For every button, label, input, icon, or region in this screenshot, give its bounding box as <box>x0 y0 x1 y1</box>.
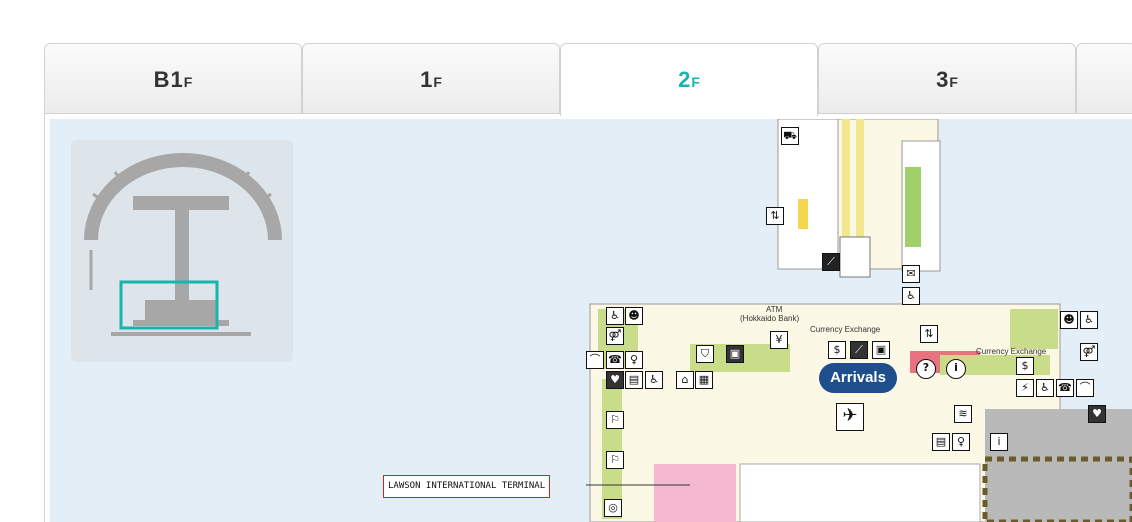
currency-exchange-label-right: Currency Exchange <box>976 347 1047 356</box>
tab-1f-main: 1 <box>420 67 434 92</box>
bank-counter-icon-1[interactable]: ⚐ <box>606 411 624 429</box>
accessible-icon[interactable]: ♿ <box>902 287 920 305</box>
cloakroom-icon[interactable]: ⌂ <box>676 371 694 389</box>
floor-map[interactable]: ⛟ ⇅ ⟋ ✉ ♿ ♿ ☻ ⚤ ⌒ ☎ ♀ ♥ ▤ ♿ ⌂ ▦ ⛉ ▣ ⚐ ⚐ … <box>50 119 1132 522</box>
information-desk-icon[interactable]: i <box>990 433 1008 451</box>
atm-icon[interactable]: ¥ <box>770 331 788 349</box>
question-icon[interactable]: ? <box>916 359 936 379</box>
tab-2f-main: 2 <box>678 67 692 92</box>
tab-2f[interactable]: 2F <box>560 43 818 116</box>
tab-3f-main: 3 <box>936 67 950 92</box>
smoking-area-icon[interactable]: ⌒ <box>586 351 604 369</box>
tab-b1f-main: B1 <box>153 67 184 92</box>
elevator-icon-2[interactable]: ⇅ <box>920 325 938 343</box>
accessible-icon-2[interactable]: ♿ <box>645 371 663 389</box>
information-icon[interactable]: i <box>946 359 966 379</box>
coin-phone-icon[interactable]: ◎ <box>604 499 622 517</box>
escalator-icon[interactable]: ⟋ <box>822 253 840 271</box>
tab-b1f-suffix: F <box>183 74 193 90</box>
restroom-icon-2[interactable]: ⚤ <box>1080 343 1098 361</box>
tourist-info-icon[interactable]: ▣ <box>872 341 890 359</box>
arrivals-badge: Arrivals <box>819 363 897 393</box>
currency-exchange-label-left: Currency Exchange <box>810 325 881 334</box>
bank-counter-icon-2[interactable]: ⚐ <box>606 451 624 469</box>
luggage-icon[interactable]: ▣ <box>726 345 744 363</box>
tab-1f[interactable]: 1F <box>302 43 560 114</box>
accessible-restroom-icon[interactable]: ♿ <box>606 307 624 325</box>
atm-bank-label: (Hokkaido Bank) <box>740 314 800 323</box>
tab-b1f[interactable]: B1F <box>44 43 302 114</box>
locker-icon[interactable]: ▤ <box>625 371 643 389</box>
lounge-icon[interactable]: ▦ <box>695 371 713 389</box>
tab-3f-suffix: F <box>949 74 958 90</box>
lawson-store-area <box>654 464 736 522</box>
restroom-icon[interactable]: ⚤ <box>606 327 624 345</box>
aed-icon[interactable]: ♥ <box>606 371 624 389</box>
accessible-icon-3[interactable]: ♿ <box>1036 379 1054 397</box>
locker-icon-2[interactable]: ▤ <box>932 433 950 451</box>
phone-charge-icon[interactable]: ⚡ <box>1016 379 1034 397</box>
floor-plan-graphic <box>586 119 1132 522</box>
payphone-icon-2[interactable]: ☎ <box>1056 379 1074 397</box>
currency-exchange-icon-2[interactable]: $ <box>1016 357 1034 375</box>
aed-icon-2[interactable]: ♥ <box>1088 405 1106 423</box>
currency-exchange-icon[interactable]: $ <box>828 341 846 359</box>
nursing-room-icon[interactable]: ♀ <box>625 351 643 369</box>
baby-care-icon-2[interactable]: ☻ <box>1060 311 1078 329</box>
floor-tabs: B1F 1F 2F 3F <box>44 43 1132 116</box>
free-wifi-icon[interactable]: ≋ <box>954 405 972 423</box>
escalator-icon-2[interactable]: ⟋ <box>850 341 868 359</box>
elevator-icon[interactable]: ⇅ <box>766 207 784 225</box>
tab-3f[interactable]: 3F <box>818 43 1076 114</box>
lawson-store-label[interactable]: LAWSON INTERNATIONAL TERMINAL <box>383 475 551 498</box>
baby-care-icon[interactable]: ☻ <box>625 307 643 325</box>
smoking-area-icon-2[interactable]: ⌒ <box>1076 379 1094 397</box>
atm-label: ATM <box>766 305 783 314</box>
porter-icon[interactable]: ⛉ <box>696 345 714 363</box>
mailbox-icon[interactable]: ✉ <box>902 265 920 283</box>
tab-1f-suffix: F <box>433 74 442 90</box>
payphone-icon[interactable]: ☎ <box>606 351 624 369</box>
airplane-arrival-icon: ✈ <box>836 403 864 431</box>
tab-next-partial[interactable] <box>1076 43 1132 114</box>
baggage-icon[interactable]: ⛟ <box>781 127 799 145</box>
nursing-room-icon-2[interactable]: ♀ <box>952 433 970 451</box>
accessible-restroom-icon-2[interactable]: ♿ <box>1080 311 1098 329</box>
tab-2f-suffix: F <box>691 74 700 90</box>
